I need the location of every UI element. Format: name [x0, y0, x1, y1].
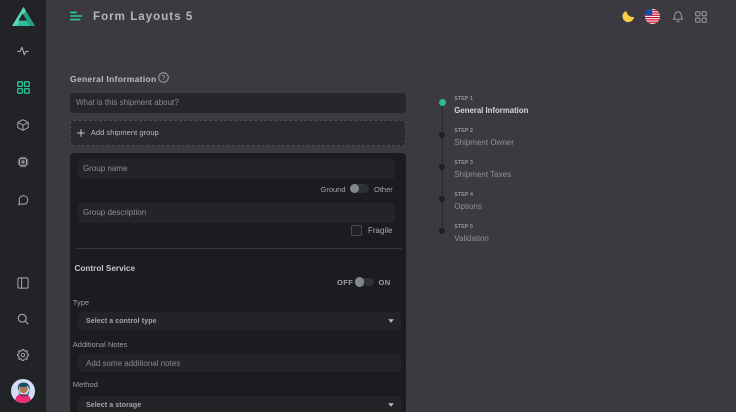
svg-text:?: ? [161, 75, 165, 82]
